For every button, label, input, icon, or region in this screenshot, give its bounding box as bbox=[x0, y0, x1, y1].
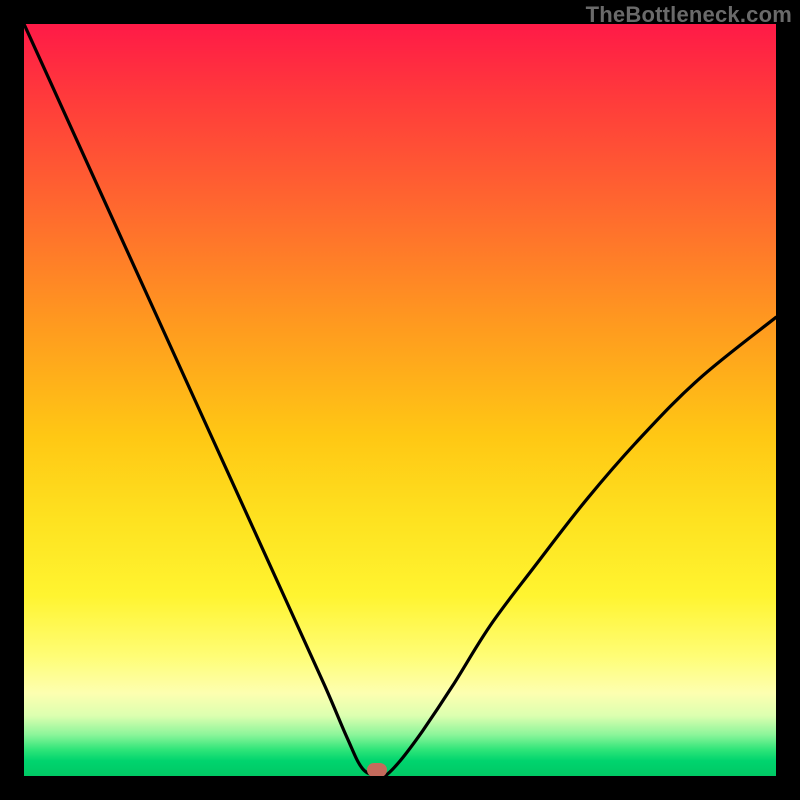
optimal-point-marker bbox=[367, 763, 387, 776]
plot-area bbox=[24, 24, 776, 776]
bottleneck-curve bbox=[24, 24, 776, 776]
chart-frame: TheBottleneck.com bbox=[0, 0, 800, 800]
